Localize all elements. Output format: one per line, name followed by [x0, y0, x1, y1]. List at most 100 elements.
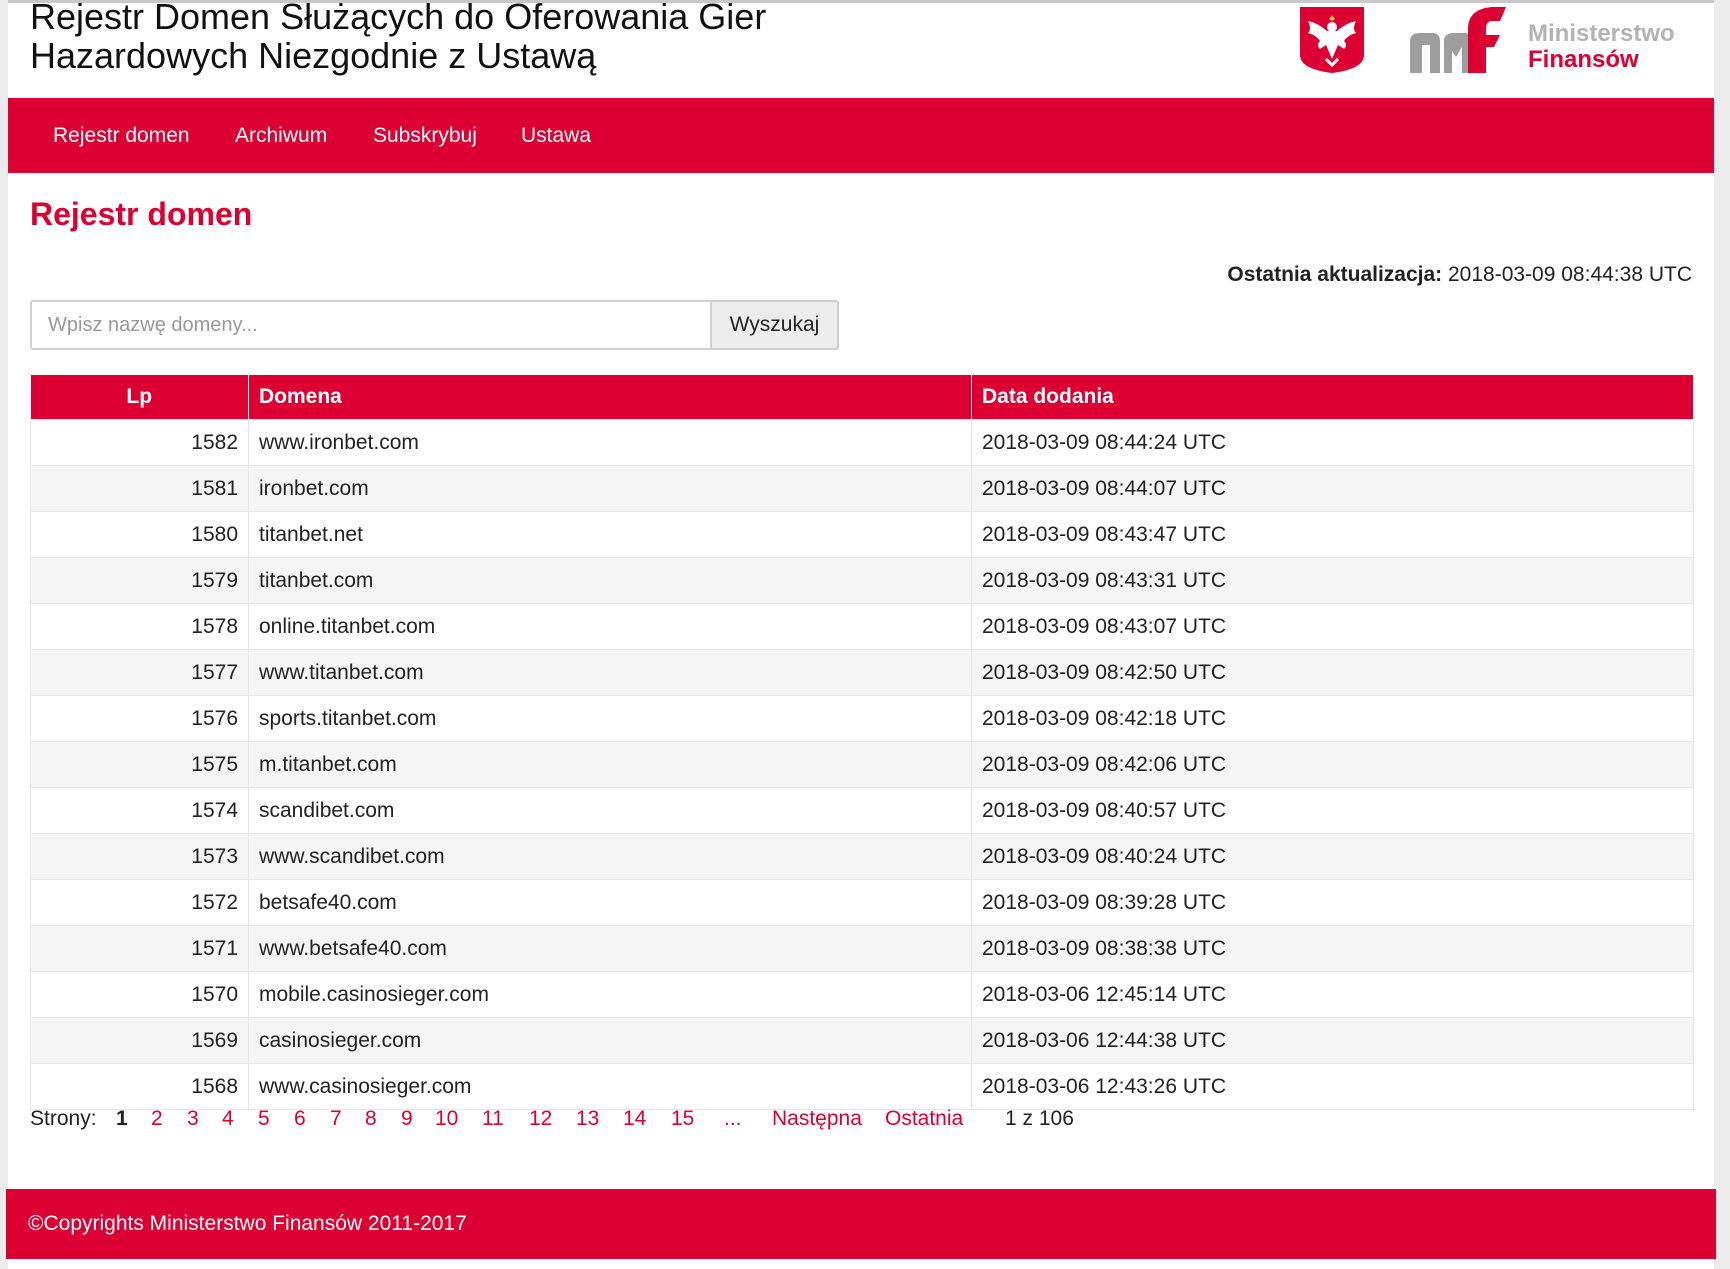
cell-lp: 1569 [30, 1017, 249, 1064]
cell-date: 2018-03-09 08:43:31 UTC [971, 557, 1694, 604]
cell-domain: titanbet.com [248, 557, 972, 604]
column-header-lp[interactable]: Lp [30, 375, 249, 420]
table-row: 1571 www.betsafe40.com 2018-03-09 08:38:38… [30, 925, 1694, 972]
cell-lp: 1576 [30, 695, 249, 742]
nav-item-rejestr-domen[interactable]: Rejestr domen [53, 98, 190, 173]
pagination-page-3[interactable]: 3 [187, 1107, 199, 1131]
cell-domain: www.casinosieger.com [248, 1063, 972, 1110]
ministry-logo-line2: Finansów [1528, 46, 1639, 73]
cell-lp: 1568 [30, 1063, 249, 1110]
domain-search-input[interactable] [30, 300, 710, 350]
table-row: 1577 www.titanbet.com 2018-03-09 08:42:50 … [30, 649, 1694, 696]
cell-lp: 1580 [30, 511, 249, 558]
cell-lp: 1572 [30, 879, 249, 926]
polish-eagle-emblem-icon[interactable] [1298, 5, 1366, 73]
cell-date: 2018-03-09 08:42:18 UTC [971, 695, 1694, 742]
cell-domain: mobile.casinosieger.com [248, 971, 972, 1018]
cell-date: 2018-03-09 08:40:24 UTC [971, 833, 1694, 880]
table-row: 1574 scandibet.com 2018-03-09 08:40:57 UTC [30, 787, 1694, 834]
ministry-logo[interactable]: Ministerstwo Finansów [1408, 5, 1698, 77]
table-row: 1579 titanbet.com 2018-03-09 08:43:31 UTC [30, 557, 1694, 604]
pagination-ellipsis[interactable]: ... [724, 1107, 742, 1131]
site-title: Rejestr Domen Służących do Oferowania Gi… [30, 0, 766, 75]
cell-domain: betsafe40.com [248, 879, 972, 926]
nav-item-ustawa[interactable]: Ustawa [521, 98, 591, 173]
pagination-label: Strony: [30, 1107, 97, 1130]
pagination-last-link[interactable]: Ostatnia [885, 1107, 963, 1131]
table-row: 1573 www.scandibet.com 2018-03-09 08:40:24… [30, 833, 1694, 880]
page-title: Rejestr domen [30, 196, 253, 232]
cell-date: 2018-03-09 08:42:06 UTC [971, 741, 1694, 788]
cell-lp: 1573 [30, 833, 249, 880]
pagination-next-link[interactable]: Następna [772, 1107, 862, 1131]
cell-date: 2018-03-09 08:43:47 UTC [971, 511, 1694, 558]
cell-domain: www.titanbet.com [248, 649, 972, 696]
cell-lp: 1578 [30, 603, 249, 650]
cell-domain: titanbet.net [248, 511, 972, 558]
table-row: 1582 www.ironbet.com 2018-03-09 08:44:24 U… [30, 419, 1694, 466]
pagination-page-9[interactable]: 9 [401, 1107, 413, 1131]
cell-lp: 1577 [30, 649, 249, 696]
pagination-page-8[interactable]: 8 [365, 1107, 377, 1131]
pagination-page-10[interactable]: 10 [435, 1107, 458, 1131]
pagination-page-2[interactable]: 2 [151, 1107, 163, 1131]
table-row: 1576 sports.titanbet.com 2018-03-09 08:42:… [30, 695, 1694, 742]
pagination-page-11[interactable]: 11 [482, 1107, 504, 1131]
search-form: Wyszukaj [30, 300, 839, 350]
table-header-row: Lp Domena Data dodania [30, 375, 1694, 420]
table-row: 1569 casinosieger.com 2018-03-06 12:44:38 … [30, 1017, 1694, 1064]
last-update: Ostatnia aktualizacja: 2018-03-09 08:44:… [1227, 263, 1692, 287]
site-title-line2: Hazardowych Niezgodnie z Ustawą [30, 35, 597, 76]
pagination-page-5[interactable]: 5 [258, 1107, 270, 1131]
cell-date: 2018-03-06 12:43:26 UTC [971, 1063, 1694, 1110]
cell-lp: 1579 [30, 557, 249, 604]
last-update-value: 2018-03-09 08:44:38 UTC [1448, 263, 1692, 286]
cell-domain: sports.titanbet.com [248, 695, 972, 742]
pagination-page-4[interactable]: 4 [222, 1107, 234, 1131]
cell-lp: 1571 [30, 925, 249, 972]
pagination-page-14[interactable]: 14 [623, 1107, 646, 1131]
pagination-page-13[interactable]: 13 [576, 1107, 599, 1131]
column-header-domena[interactable]: Domena [248, 375, 972, 420]
table-row: 1570 mobile.casinosieger.com 2018-03-06 12… [30, 971, 1694, 1018]
pagination-count: 1 z 106 [1005, 1107, 1074, 1130]
cell-domain: www.scandibet.com [248, 833, 972, 880]
ministry-logo-line1: Ministerstwo [1528, 20, 1675, 47]
cell-date: 2018-03-09 08:44:07 UTC [971, 465, 1694, 512]
site-title-line1: Rejestr Domen Służących do Oferowania Gi… [30, 0, 767, 37]
cell-lp: 1575 [30, 741, 249, 788]
nav-item-archiwum[interactable]: Archiwum [235, 98, 327, 173]
cell-date: 2018-03-09 08:43:07 UTC [971, 603, 1694, 650]
pagination-page-12[interactable]: 12 [529, 1107, 552, 1131]
cell-lp: 1574 [30, 787, 249, 834]
pagination-page-6[interactable]: 6 [294, 1107, 306, 1131]
main-nav: Rejestr domen Archiwum Subskrybuj Ustawa [8, 98, 1714, 173]
cell-date: 2018-03-09 08:38:38 UTC [971, 925, 1694, 972]
cell-date: 2018-03-06 12:44:38 UTC [971, 1017, 1694, 1064]
pagination-page-7[interactable]: 7 [330, 1107, 342, 1131]
cell-lp: 1582 [30, 419, 249, 466]
cell-domain: www.ironbet.com [248, 419, 972, 466]
table-row: 1580 titanbet.net 2018-03-09 08:43:47 UTC [30, 511, 1694, 558]
cell-domain: m.titanbet.com [248, 741, 972, 788]
table-row: 1581 ironbet.com 2018-03-09 08:44:07 UTC [30, 465, 1694, 512]
page: Rejestr Domen Służących do Oferowania Gi… [6, 0, 1716, 1269]
table-row: 1578 online.titanbet.com 2018-03-09 08:43:… [30, 603, 1694, 650]
nav-item-subskrybuj[interactable]: Subskrybuj [373, 98, 477, 173]
footer-copyright: ©Copyrights Ministerstwo Finansów 2011-2… [28, 1212, 467, 1235]
column-header-data-dodania[interactable]: Data dodania [971, 375, 1694, 420]
last-update-label: Ostatnia aktualizacja: [1227, 263, 1443, 286]
cell-domain: online.titanbet.com [248, 603, 972, 650]
cell-date: 2018-03-06 12:45:14 UTC [971, 971, 1694, 1018]
pagination-page-15[interactable]: 15 [671, 1107, 694, 1131]
cell-date: 2018-03-09 08:40:57 UTC [971, 787, 1694, 834]
table-row: 1575 m.titanbet.com 2018-03-09 08:42:06 UT… [30, 741, 1694, 788]
cell-lp: 1570 [30, 971, 249, 1018]
site-header: Rejestr Domen Służących do Oferowania Gi… [8, 0, 1714, 98]
search-button[interactable]: Wyszukaj [710, 300, 839, 350]
cell-domain: www.betsafe40.com [248, 925, 972, 972]
table-row: 1568 www.casinosieger.com 2018-03-06 12:43… [30, 1063, 1694, 1110]
cell-domain: casinosieger.com [248, 1017, 972, 1064]
domain-table: Lp Domena Data dodania 1582 www.ironbet.c… [30, 375, 1694, 1110]
cell-domain: scandibet.com [248, 787, 972, 834]
